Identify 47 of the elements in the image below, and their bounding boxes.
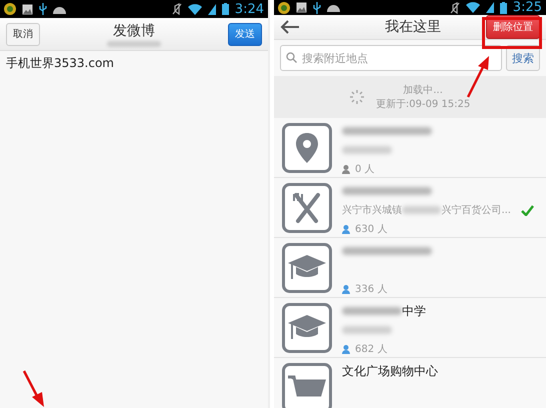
back-arrow-icon[interactable] (280, 20, 300, 34)
place-name-end: 中学 (402, 302, 426, 320)
person-icon (342, 164, 350, 174)
app-notification-icon (278, 2, 290, 14)
highlight-frame (482, 17, 542, 49)
annotation-arrow (466, 55, 492, 99)
person-icon (342, 344, 350, 354)
people-count: 0 人 (355, 163, 375, 176)
signal-icon (208, 4, 216, 14)
loading-text: 加载中... (403, 84, 443, 97)
usb-icon (313, 2, 321, 14)
loading-spinner-icon (350, 90, 364, 104)
status-time: 3:24 (234, 2, 264, 16)
image-icon (296, 2, 307, 13)
mute-icon (450, 2, 460, 14)
usb-icon (39, 3, 47, 15)
restaurant-place-icon (282, 183, 332, 233)
school-place-icon (282, 303, 332, 353)
shopping-place-icon (282, 363, 332, 408)
battery-icon (500, 2, 507, 14)
address-start: 兴宁市兴城镇 (342, 204, 402, 217)
people-count: 630 人 (355, 223, 388, 236)
screen-title: 我在这里 (384, 18, 442, 36)
place-name: 文化广场购物中心 (342, 362, 438, 380)
school-place-icon (282, 243, 332, 293)
wifi-icon (188, 4, 202, 14)
status-time: 3:25 (512, 0, 542, 15)
area-place-icon (282, 123, 332, 173)
signal-icon (486, 2, 494, 13)
cancel-button[interactable]: 取消 (6, 22, 40, 46)
annotation-arrow (22, 370, 46, 408)
app-notification-icon (4, 3, 16, 15)
screen-title: 发微博 (113, 22, 155, 40)
mute-icon (172, 3, 182, 15)
image-icon (22, 4, 33, 14)
post-text[interactable]: 手机世界3533.com (0, 51, 268, 76)
person-icon (342, 224, 350, 234)
wifi-icon (466, 2, 480, 13)
people-count: 336 人 (355, 283, 388, 296)
address-end: 兴宁百货公司... (441, 204, 511, 217)
battery-icon (222, 3, 229, 15)
person-icon (342, 284, 350, 294)
send-button[interactable]: 发送 (228, 22, 262, 46)
last-updated-text: 更新于:09-09 15:25 (376, 98, 470, 111)
search-field[interactable]: 搜索附近地点 (280, 45, 502, 71)
blurred-account-name (107, 40, 161, 46)
people-count: 682 人 (355, 343, 388, 356)
